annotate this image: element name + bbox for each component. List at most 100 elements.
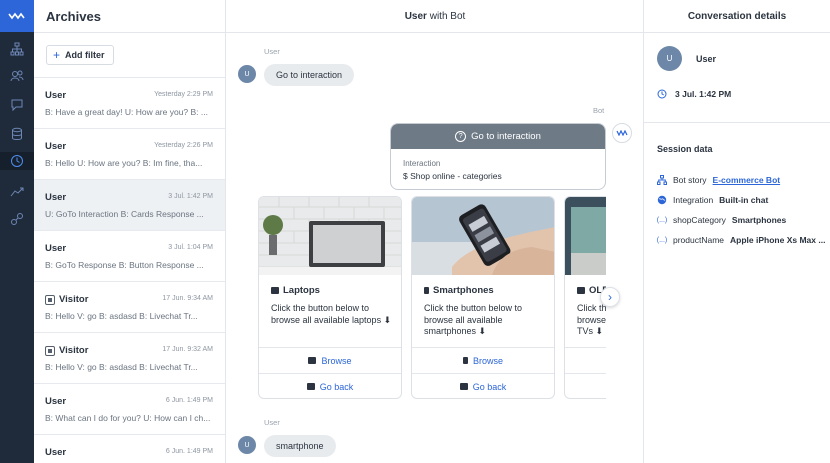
avatar: U xyxy=(238,65,256,83)
browse-button[interactable]: Browse xyxy=(259,347,401,373)
database-icon[interactable] xyxy=(8,125,26,143)
conversation-list: User Yesterday 2:29 PM B: Have a great d… xyxy=(34,77,225,463)
question-icon: ? xyxy=(455,131,467,142)
laptop-icon xyxy=(271,287,279,294)
sender-label: Bot xyxy=(593,106,605,115)
list-item-selected[interactable]: User 3 Jul. 1:42 PM U: GoTo Interaction … xyxy=(34,179,225,230)
details-user: User xyxy=(696,54,717,64)
variable-icon: (...) xyxy=(656,216,668,224)
tv-icon xyxy=(577,287,585,294)
session-title: Session data xyxy=(657,144,713,154)
browse-label: Browse xyxy=(472,355,503,366)
list-item-time: 6 Jun. 1:49 PM xyxy=(165,397,213,404)
conversation-header-rest: with Bot xyxy=(426,11,466,22)
session-key: Bot story xyxy=(673,175,707,185)
bot-story-link[interactable]: E-commerce Bot xyxy=(713,175,781,185)
add-filter-label: Add filter xyxy=(65,50,105,60)
list-item-preview: B: What can I do for you? U: How can I c… xyxy=(45,413,211,423)
card-description: Click the button below to browse all ava… xyxy=(424,303,523,336)
list-item[interactable]: User Yesterday 2:29 PM B: Have a great d… xyxy=(34,77,225,128)
browse-button[interactable]: Browse xyxy=(412,347,554,373)
browse-button[interactable] xyxy=(565,347,606,373)
list-item[interactable]: User 6 Jun. 1:49 PM B: What can I do for… xyxy=(34,383,225,434)
integrations-icon[interactable] xyxy=(8,210,26,228)
go-back-button[interactable]: Go back xyxy=(412,373,554,398)
user-message: smartphone xyxy=(264,435,336,457)
product-card: Laptops Click the button below to browse… xyxy=(258,196,402,399)
conversation-header-name: User xyxy=(404,11,427,22)
bot-card-value: $ Shop online - categories xyxy=(403,171,502,181)
laptop-icon xyxy=(308,357,317,364)
clock-icon xyxy=(657,89,667,99)
list-item-name: User xyxy=(45,396,67,407)
phone-icon xyxy=(424,287,429,294)
back-icon xyxy=(306,383,315,390)
carousel-next-button[interactable]: › xyxy=(600,287,620,307)
list-item-time: 17 Jun. 9:34 AM xyxy=(162,295,213,302)
list-item-time: Yesterday 2:26 PM xyxy=(154,142,213,149)
list-item-preview: B: Hello V: go B: asdasd B: Livechat Tr.… xyxy=(45,311,198,321)
back-icon xyxy=(459,383,468,390)
avatar: U xyxy=(657,46,682,71)
list-item-name: User xyxy=(45,192,67,203)
avatar: U xyxy=(238,436,256,454)
details-panel: Conversation details U User 3 Jul. 1:42 … xyxy=(644,0,830,463)
bot-interaction-card: ? Go to interaction Interaction $ Shop o… xyxy=(390,123,606,190)
card-title: Smartphones xyxy=(433,285,494,296)
add-filter-button[interactable]: + Add filter xyxy=(46,45,114,65)
list-item[interactable]: User Yesterday 2:26 PM B: Hello U: How a… xyxy=(34,128,225,179)
list-item[interactable]: User 6 Jun. 1:49 PM xyxy=(34,434,225,463)
card-title: Laptops xyxy=(283,285,320,296)
list-item-preview: B: Hello V: go B: asdasd B: Livechat Tr.… xyxy=(45,362,198,372)
go-back-label: Go back xyxy=(472,381,507,392)
cards-carousel: Laptops Click the button below to browse… xyxy=(258,196,606,400)
archives-panel: Archives + Add filter User Yesterday 2:2… xyxy=(34,0,226,463)
list-item-name: Visitor xyxy=(59,345,89,356)
list-item-name: Visitor xyxy=(59,294,89,305)
go-back-button[interactable] xyxy=(565,373,606,398)
story-icon xyxy=(657,175,667,185)
list-item-preview: B: GoTo Response B: Button Response ... xyxy=(45,260,204,270)
users-icon[interactable] xyxy=(8,67,26,85)
visitor-icon xyxy=(45,294,55,305)
archives-title: Archives xyxy=(46,9,101,24)
sender-label: User xyxy=(264,47,280,56)
list-item[interactable]: User 3 Jul. 1:04 PM B: GoTo Response B: … xyxy=(34,230,225,281)
go-back-button[interactable]: Go back xyxy=(259,373,401,398)
sitemap-icon[interactable] xyxy=(8,40,26,58)
list-item-name: User xyxy=(45,243,67,254)
logo-icon[interactable] xyxy=(0,0,34,32)
card-description: Click th browse TVs ⬇ xyxy=(577,303,606,336)
list-item-time: 17 Jun. 9:32 AM xyxy=(162,346,213,353)
go-back-label: Go back xyxy=(319,381,354,392)
chat-icon[interactable] xyxy=(8,96,26,114)
user-message: Go to interaction xyxy=(264,64,355,86)
card-description: Click the button below to browse all ava… xyxy=(271,303,392,325)
user-message-text: Go to interaction xyxy=(276,70,343,80)
history-icon[interactable] xyxy=(0,152,34,170)
session-value: Apple iPhone Xs Max ... xyxy=(730,235,826,245)
smartphone-image xyxy=(412,197,554,275)
plus-icon: + xyxy=(53,48,61,62)
product-card: Smartphones Click the button below to br… xyxy=(411,196,555,399)
details-date: 3 Jul. 1:42 PM xyxy=(675,89,732,99)
conversation-panel: User with Bot User U Go to interaction B… xyxy=(226,0,644,463)
chevron-right-icon: › xyxy=(608,290,612,304)
list-item[interactable]: Visitor 17 Jun. 9:34 AM B: Hello V: go B… xyxy=(34,281,225,332)
divider xyxy=(644,122,830,123)
session-value: Built-in chat xyxy=(719,195,769,205)
analytics-icon[interactable] xyxy=(8,183,26,201)
list-item-time: 6 Jun. 1:49 PM xyxy=(165,448,213,455)
visitor-icon xyxy=(45,345,55,356)
session-key: productName xyxy=(673,235,725,245)
list-item-time: 3 Jul. 1:42 PM xyxy=(168,193,213,200)
bot-card-title: Go to interaction xyxy=(471,131,541,142)
list-item[interactable]: Visitor 17 Jun. 9:32 AM B: Hello V: go B… xyxy=(34,332,225,383)
list-item-time: 3 Jul. 1:04 PM xyxy=(168,244,213,251)
session-row: (...) productName Apple iPhone Xs Max ..… xyxy=(656,235,826,245)
list-item-preview: B: Hello U: How are you? B: Im fine, tha… xyxy=(45,158,203,168)
session-row: Integration Built-in chat xyxy=(657,195,768,205)
details-title: Conversation details xyxy=(644,0,830,33)
phone-icon xyxy=(462,357,468,364)
variable-icon: (...) xyxy=(656,236,668,244)
